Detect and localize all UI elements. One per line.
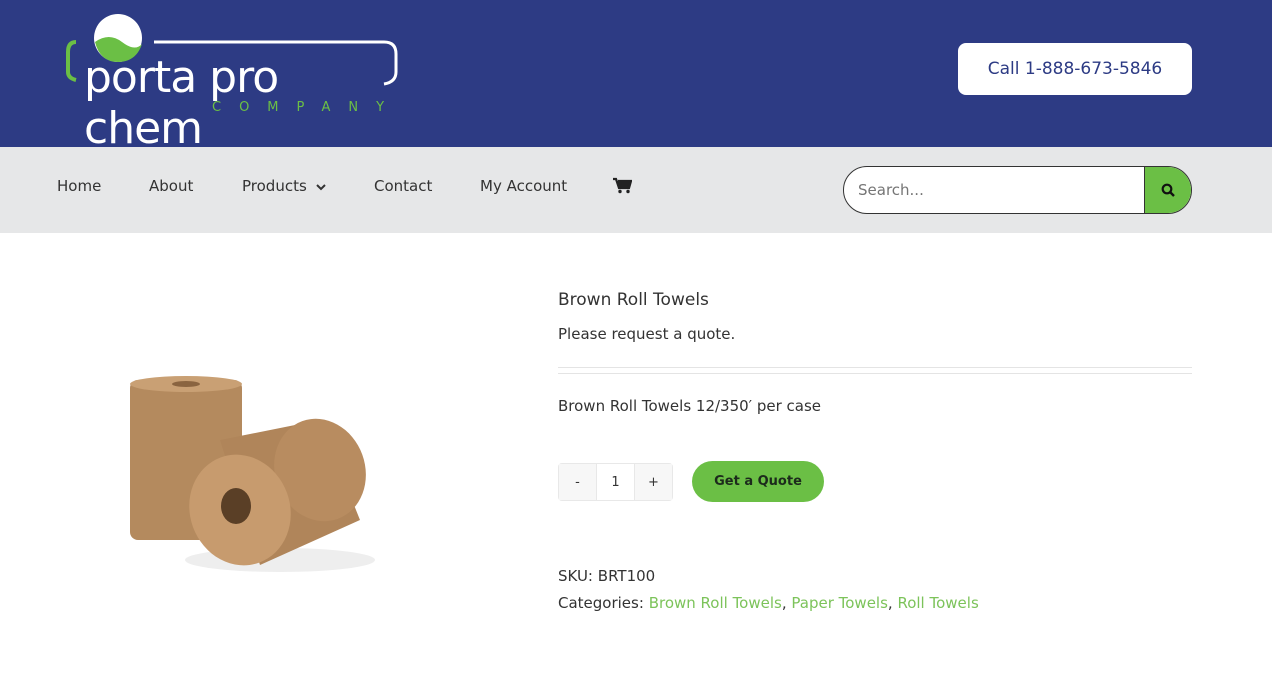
- main-nav: Home About Products Contact My Account: [0, 147, 1272, 233]
- categories-label: Categories:: [558, 594, 644, 612]
- search-box: [843, 166, 1192, 214]
- logo[interactable]: porta pro chem COMPANY: [64, 12, 404, 154]
- decrease-button[interactable]: -: [559, 464, 596, 500]
- nav-my-account[interactable]: My Account: [480, 177, 567, 195]
- call-button[interactable]: Call 1-888-673-5846: [958, 43, 1192, 95]
- quantity-input[interactable]: 1: [596, 464, 635, 500]
- cart-icon[interactable]: [613, 177, 633, 198]
- nav-about[interactable]: About: [149, 177, 193, 195]
- nav-products[interactable]: Products: [242, 177, 326, 195]
- search-button[interactable]: [1144, 167, 1191, 213]
- sku-label: SKU:: [558, 567, 593, 585]
- quantity-stepper: - 1 +: [558, 463, 673, 501]
- quote-message: Please request a quote.: [558, 325, 736, 343]
- sku: SKU: BRT100: [558, 567, 655, 585]
- category-link[interactable]: Roll Towels: [897, 594, 978, 612]
- divider: [558, 367, 1192, 368]
- nav-contact[interactable]: Contact: [374, 177, 432, 195]
- get-a-quote-button[interactable]: Get a Quote: [692, 461, 824, 502]
- search-input[interactable]: [844, 167, 1134, 213]
- logo-subtitle: COMPANY: [212, 100, 403, 115]
- search-icon: [1161, 183, 1175, 197]
- increase-button[interactable]: +: [635, 464, 672, 500]
- product-title: Brown Roll Towels: [558, 290, 709, 310]
- category-link[interactable]: Paper Towels: [791, 594, 888, 612]
- nav-home[interactable]: Home: [57, 177, 101, 195]
- site-header: porta pro chem COMPANY Call 1-888-673-58…: [0, 0, 1272, 154]
- sku-value: BRT100: [597, 567, 656, 585]
- product-image[interactable]: [120, 370, 390, 580]
- chevron-down-icon: [315, 184, 326, 191]
- nav-products-label: Products: [242, 177, 307, 195]
- categories: Categories: Brown Roll Towels, Paper Tow…: [558, 594, 979, 612]
- category-link[interactable]: Brown Roll Towels: [649, 594, 782, 612]
- product-description: Brown Roll Towels 12/350′ per case: [558, 397, 822, 415]
- divider: [558, 373, 1192, 374]
